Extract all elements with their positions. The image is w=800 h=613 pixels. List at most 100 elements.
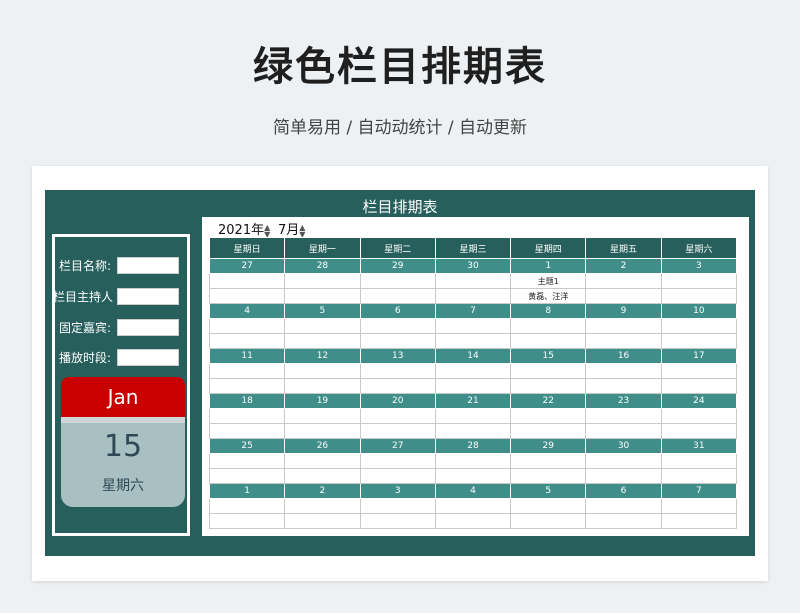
year-selector[interactable]: 2021年▲ ▼ bbox=[218, 219, 270, 238]
event-cell[interactable] bbox=[359, 423, 436, 439]
event-cell[interactable] bbox=[359, 468, 436, 484]
event-cell[interactable] bbox=[359, 273, 436, 289]
event-cell[interactable] bbox=[434, 498, 512, 514]
event-cell[interactable] bbox=[359, 288, 436, 304]
event-cell[interactable] bbox=[284, 318, 361, 334]
event-cell[interactable] bbox=[585, 423, 662, 439]
event-cell[interactable] bbox=[284, 468, 361, 484]
event-cell[interactable] bbox=[284, 408, 361, 424]
event-cell[interactable] bbox=[434, 453, 512, 469]
event-cell[interactable] bbox=[359, 408, 436, 424]
event-cell[interactable]: 主题1 bbox=[510, 273, 587, 289]
event-cell[interactable] bbox=[660, 333, 738, 349]
event-cell[interactable] bbox=[434, 468, 512, 484]
event-cell[interactable] bbox=[510, 498, 587, 514]
event-cell[interactable] bbox=[585, 378, 662, 394]
event-cell[interactable] bbox=[284, 333, 361, 349]
event-cell[interactable] bbox=[585, 453, 662, 469]
program-name-input[interactable] bbox=[117, 257, 179, 274]
event-cell[interactable] bbox=[359, 378, 436, 394]
event-cell[interactable] bbox=[660, 453, 738, 469]
date-cell: 15 bbox=[510, 348, 587, 364]
event-cell[interactable] bbox=[434, 378, 512, 394]
host-input[interactable] bbox=[117, 288, 179, 305]
event-cell[interactable] bbox=[660, 498, 738, 514]
time-slot-input[interactable] bbox=[117, 349, 179, 366]
event-cell[interactable] bbox=[510, 513, 587, 529]
event-cell[interactable] bbox=[510, 378, 587, 394]
event-cell[interactable] bbox=[660, 378, 738, 394]
event-cell[interactable] bbox=[208, 288, 286, 304]
event-cell[interactable] bbox=[208, 423, 286, 439]
event-cell[interactable] bbox=[359, 453, 436, 469]
event-cell[interactable] bbox=[284, 378, 361, 394]
event-cell[interactable] bbox=[359, 333, 436, 349]
event-cell[interactable] bbox=[510, 408, 587, 424]
event-cell[interactable] bbox=[359, 498, 436, 514]
event-cell[interactable] bbox=[585, 288, 662, 304]
event-cell[interactable] bbox=[208, 363, 286, 379]
event-cell[interactable] bbox=[660, 408, 738, 424]
date-cell: 2 bbox=[585, 258, 662, 274]
event-cell[interactable] bbox=[660, 468, 738, 484]
event-cell[interactable] bbox=[660, 513, 738, 529]
event-cell[interactable] bbox=[359, 363, 436, 379]
event-cell[interactable] bbox=[434, 363, 512, 379]
event-row bbox=[208, 423, 738, 439]
event-cell[interactable]: 黄磊、汪洋 bbox=[510, 288, 587, 304]
event-cell[interactable] bbox=[434, 318, 512, 334]
event-cell[interactable] bbox=[284, 498, 361, 514]
event-cell[interactable] bbox=[284, 453, 361, 469]
event-cell[interactable] bbox=[510, 423, 587, 439]
event-cell[interactable] bbox=[510, 363, 587, 379]
event-cell[interactable] bbox=[434, 333, 512, 349]
event-cell[interactable] bbox=[585, 363, 662, 379]
event-cell[interactable] bbox=[434, 408, 512, 424]
event-cell[interactable] bbox=[510, 468, 587, 484]
event-cell[interactable] bbox=[208, 498, 286, 514]
spinner-icon[interactable]: ▲ ▼ bbox=[264, 223, 270, 238]
event-cell[interactable] bbox=[585, 408, 662, 424]
event-cell[interactable] bbox=[208, 378, 286, 394]
event-cell[interactable] bbox=[660, 318, 738, 334]
event-cell[interactable] bbox=[434, 513, 512, 529]
event-cell[interactable] bbox=[510, 453, 587, 469]
guest-input[interactable] bbox=[117, 319, 179, 336]
event-cell[interactable] bbox=[359, 318, 436, 334]
event-row bbox=[208, 318, 738, 334]
event-cell[interactable] bbox=[208, 333, 286, 349]
event-cell[interactable] bbox=[208, 513, 286, 529]
event-cell[interactable] bbox=[660, 363, 738, 379]
event-cell[interactable] bbox=[434, 288, 512, 304]
event-cell[interactable] bbox=[510, 333, 587, 349]
event-cell[interactable] bbox=[208, 318, 286, 334]
event-cell[interactable] bbox=[660, 423, 738, 439]
event-cell[interactable] bbox=[208, 408, 286, 424]
weekday-header: 星期三 bbox=[434, 237, 512, 259]
event-cell[interactable] bbox=[585, 498, 662, 514]
event-cell[interactable] bbox=[585, 333, 662, 349]
event-cell[interactable] bbox=[585, 273, 662, 289]
field-label: 栏目主持人 bbox=[53, 290, 114, 304]
event-cell[interactable] bbox=[284, 513, 361, 529]
event-cell[interactable] bbox=[284, 273, 361, 289]
event-cell[interactable] bbox=[359, 513, 436, 529]
event-cell[interactable] bbox=[208, 453, 286, 469]
date-cell: 26 bbox=[284, 438, 361, 454]
event-cell[interactable] bbox=[510, 318, 587, 334]
event-cell[interactable] bbox=[660, 273, 738, 289]
event-cell[interactable] bbox=[434, 423, 512, 439]
event-cell[interactable] bbox=[585, 468, 662, 484]
date-cell: 4 bbox=[208, 303, 286, 319]
event-cell[interactable] bbox=[434, 273, 512, 289]
event-cell[interactable] bbox=[585, 513, 662, 529]
event-cell[interactable] bbox=[660, 288, 738, 304]
month-selector[interactable]: 7月▲ ▼ bbox=[278, 219, 305, 238]
event-cell[interactable] bbox=[208, 468, 286, 484]
event-cell[interactable] bbox=[284, 423, 361, 439]
event-cell[interactable] bbox=[284, 288, 361, 304]
event-cell[interactable] bbox=[585, 318, 662, 334]
event-cell[interactable] bbox=[284, 363, 361, 379]
spinner-icon[interactable]: ▲ ▼ bbox=[299, 223, 305, 238]
event-cell[interactable] bbox=[208, 273, 286, 289]
